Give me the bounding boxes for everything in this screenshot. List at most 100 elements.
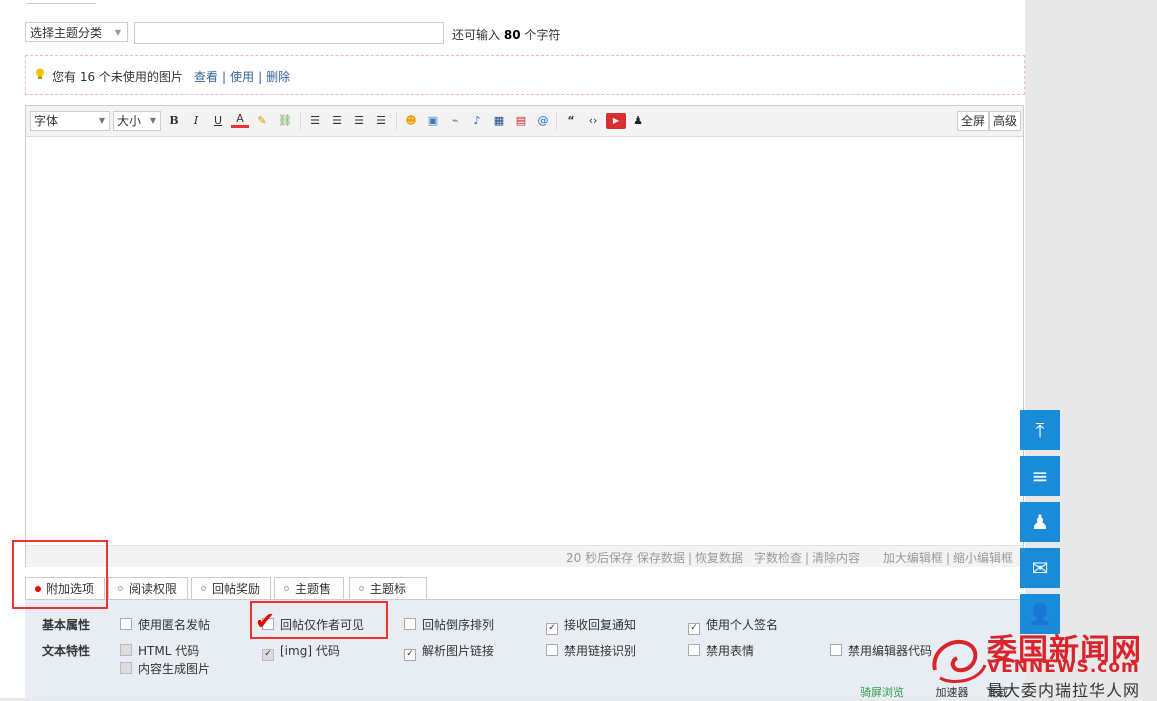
highlight-icon[interactable]: ✎ (253, 113, 271, 129)
tab-topic-price[interactable]: 主题售价 (274, 577, 344, 618)
word-count-link[interactable]: 字数检查 (754, 551, 802, 565)
use-images-link[interactable]: 使用 (230, 70, 254, 84)
qq-icon[interactable]: ♟ (629, 113, 647, 129)
topic-category-select[interactable]: 选择主题分类 ▼ (25, 22, 128, 42)
checkbox-checked[interactable]: ✓ (262, 649, 274, 661)
tab-read-permission[interactable]: 阅读权限 (108, 577, 188, 599)
checkbox[interactable] (830, 644, 842, 656)
flash-icon[interactable]: ▤ (512, 113, 530, 129)
split-screen-link[interactable]: 骑屏浏览 (860, 686, 904, 699)
save-data-link[interactable]: 保存数据 (637, 551, 685, 565)
underline-button[interactable]: U (209, 113, 227, 129)
align-justify-icon[interactable]: ☰ (350, 113, 368, 129)
editor-statusbar: 20 秒后保存 保存数据 | 恢复数据 字数检查 | 清除内容 加大编辑框 | 缩小编辑框 (26, 545, 1023, 567)
checkbox[interactable] (120, 644, 132, 656)
highlight-box-tab (12, 540, 108, 609)
download-link[interactable]: 下载 (986, 686, 1008, 699)
dot-icon (284, 586, 289, 591)
back-to-top-icon[interactable]: ⤒ (1020, 410, 1060, 450)
checkbox-checked[interactable]: ✓ (404, 649, 416, 661)
dot-icon (118, 586, 123, 591)
content-to-image-option[interactable]: 内容生成图片 (120, 660, 210, 677)
fullscreen-button[interactable]: 全屏 (957, 111, 990, 131)
bottom-status-bar: 骑屏浏览 加速器 下载 (860, 684, 1008, 699)
logo-en: VENNEWS.com (987, 657, 1140, 677)
img-code-option[interactable]: ✓ [img] 代码 (262, 642, 340, 661)
audio-icon[interactable]: ♪ (468, 113, 486, 129)
parse-image-links-option[interactable]: ✓ 解析图片链接 (404, 642, 494, 661)
tab-topic-tags[interactable]: 主题标签 (349, 577, 427, 618)
checkbox[interactable] (546, 644, 558, 656)
subject-input[interactable] (134, 22, 444, 44)
checkbox-checked[interactable]: ✓ (688, 623, 700, 635)
code-icon[interactable]: ‹› (584, 113, 602, 129)
youtube-icon[interactable]: ▶ (606, 113, 626, 129)
bold-button[interactable]: B (165, 113, 183, 129)
toolbar-divider (396, 112, 397, 130)
checkbox[interactable] (688, 644, 700, 656)
chevron-down-icon: ▼ (114, 28, 121, 37)
basic-attributes-label: 基本属性 (42, 618, 91, 632)
align-left-icon[interactable]: ☰ (306, 113, 324, 129)
menu-icon[interactable]: ≡ (1020, 456, 1060, 496)
editor-toolbar: 字体 ▼ 大小 ▼ B I U A ✎ ⛓ ☰ ☰ ☰ ☰ ☻ ▣ ⌁ ♪ ▦ ▤ … (26, 106, 1023, 137)
logo-tagline: 最大委内瑞拉华人网 (987, 681, 1141, 700)
view-images-link[interactable]: 查看 (194, 70, 218, 84)
clear-content-link[interactable]: 清除内容 (812, 551, 860, 565)
text-features-label: 文本特性 (42, 644, 91, 658)
char-count: 80 (503, 28, 521, 42)
toolbar-divider (300, 112, 301, 130)
disable-smilies-option[interactable]: 禁用表情 (688, 642, 754, 659)
signature-option[interactable]: ✓ 使用个人签名 (688, 616, 778, 635)
restore-data-link[interactable]: 恢复数据 (695, 551, 743, 565)
tab-underline (26, 0, 96, 4)
mention-icon[interactable]: @ (534, 113, 552, 129)
font-color-button[interactable]: A (231, 113, 249, 128)
editor-content-area[interactable] (26, 137, 1023, 545)
topic-category-value: 选择主题分类 (30, 26, 103, 40)
align-right-icon[interactable]: ☰ (372, 113, 390, 129)
quote-icon[interactable]: “ (562, 113, 580, 129)
shrink-editor-link[interactable]: 缩小编辑框 (953, 551, 1013, 565)
dot-icon (201, 586, 206, 591)
wechat-icon[interactable]: ✉ (1020, 548, 1060, 588)
reply-notify-option[interactable]: ✓ 接收回复通知 (546, 616, 636, 635)
advanced-button[interactable]: 高级 (989, 111, 1022, 131)
unused-image-notice: 您有 16 个未使用的图片 查看 | 使用 | 删除 (25, 55, 1025, 95)
font-family-select[interactable]: 字体 ▼ (30, 111, 110, 131)
accelerator-link[interactable]: 加速器 (935, 686, 968, 699)
anonymous-post-option[interactable]: 使用匿名发帖 (120, 616, 210, 633)
image-icon[interactable]: ▣ (424, 113, 442, 129)
reverse-reply-order-option[interactable]: 回帖倒序排列 (404, 616, 494, 633)
video-icon[interactable]: ▦ (490, 113, 508, 129)
html-code-option[interactable]: HTML 代码 (120, 642, 199, 659)
red-checkmark-icon: ✔ (255, 607, 276, 635)
enlarge-editor-link[interactable]: 加大编辑框 (883, 551, 943, 565)
checkbox-checked[interactable]: ✓ (546, 623, 558, 635)
autosave-countdown: 20 秒后保存 (566, 551, 634, 565)
tab-reply-reward[interactable]: 回帖奖励 (191, 577, 271, 599)
checkbox[interactable] (120, 618, 132, 630)
emoticon-icon[interactable]: ☻ (402, 113, 420, 129)
attachment-icon[interactable]: ⌁ (446, 113, 464, 129)
char-count-hint: 还可输入 80 个字符 (452, 28, 561, 42)
toolbar-divider (556, 112, 557, 130)
dragon-swirl-icon (932, 639, 987, 683)
align-center-icon[interactable]: ☰ (328, 113, 346, 129)
notice-text: 您有 16 个未使用的图片 (52, 70, 183, 84)
qq-service-icon[interactable]: ♟ (1020, 502, 1060, 542)
chevron-down-icon: ▼ (149, 116, 156, 125)
disable-editor-code-option[interactable]: 禁用编辑器代码 (830, 642, 932, 659)
checkbox[interactable] (120, 662, 132, 674)
checkbox[interactable] (404, 618, 416, 630)
rich-text-editor: 字体 ▼ 大小 ▼ B I U A ✎ ⛓ ☰ ☰ ☰ ☰ ☻ ▣ ⌁ ♪ ▦ ▤ … (25, 105, 1024, 567)
font-size-select[interactable]: 大小 ▼ (113, 111, 161, 131)
delete-images-link[interactable]: 删除 (266, 70, 290, 84)
italic-button[interactable]: I (187, 113, 205, 129)
dot-icon (359, 586, 364, 591)
chevron-down-icon: ▼ (98, 116, 105, 125)
post-panel: 选择主题分类 ▼ 还可输入 80 个字符 您有 16 个未使用的图片 查看 | 使用… (0, 0, 1025, 699)
disable-link-detect-option[interactable]: 禁用链接识别 (546, 642, 636, 659)
lightbulb-icon (36, 68, 44, 79)
link-icon[interactable]: ⛓ (276, 113, 294, 129)
